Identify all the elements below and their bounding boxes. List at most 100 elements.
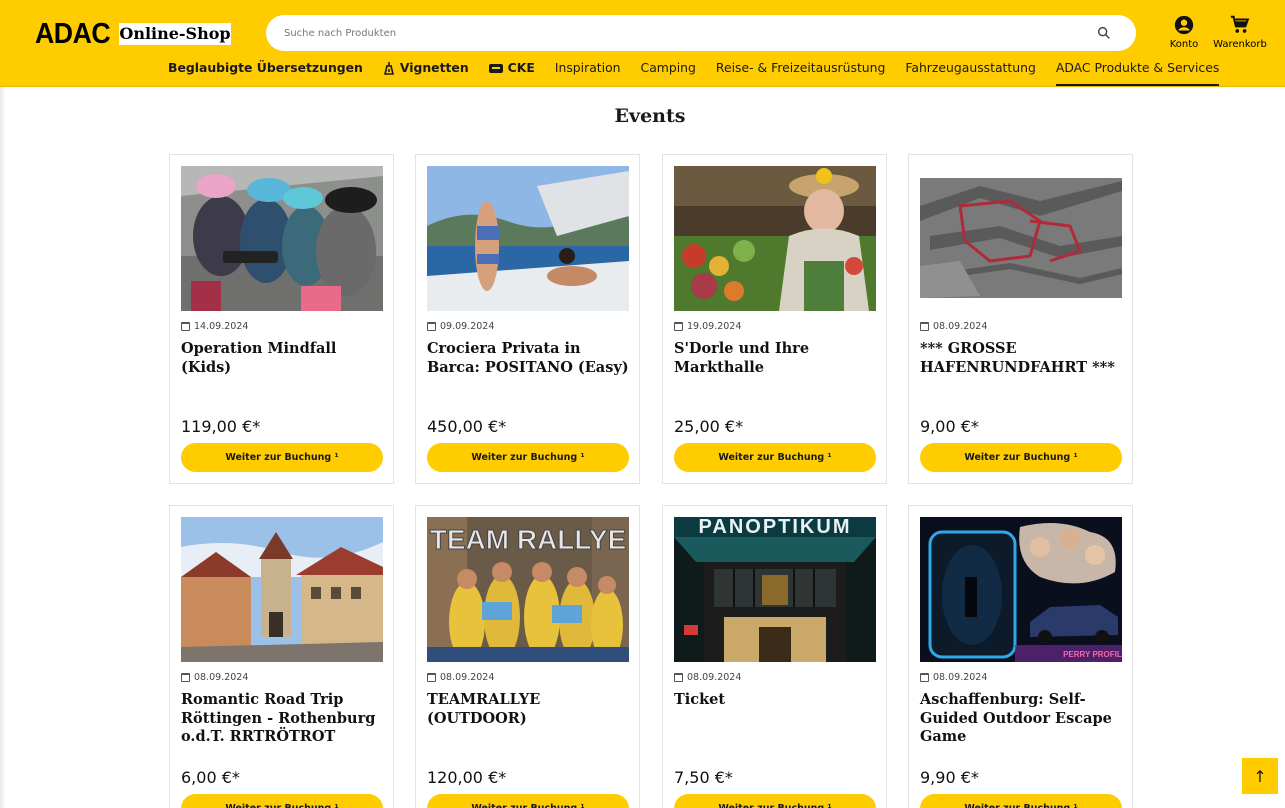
nav-item-adac-produkte-services[interactable]: ADAC Produkte & Services bbox=[1055, 58, 1220, 86]
calendar-icon bbox=[427, 673, 436, 682]
search-icon[interactable] bbox=[1096, 25, 1112, 41]
event-card: 19.09.2024 S'Dorle und Ihre Markthalle 2… bbox=[662, 154, 887, 484]
event-title[interactable]: Operation Mindfall (Kids) bbox=[181, 340, 386, 377]
event-image-market[interactable] bbox=[674, 166, 876, 311]
nav-item-label: Inspiration bbox=[554, 60, 621, 75]
event-date: 14.09.2024 bbox=[181, 321, 248, 332]
warenkorb-button[interactable]: Warenkorb bbox=[1212, 14, 1268, 50]
event-price: 120,00 €* bbox=[427, 768, 507, 787]
konto-button[interactable]: Konto bbox=[1156, 14, 1212, 50]
event-image-panoptikum[interactable]: PANOPTIKUM bbox=[674, 517, 876, 662]
book-button[interactable]: Weiter zur Buchung ¹ bbox=[674, 443, 876, 472]
event-card: 09.09.2024 Crociera Privata in Barca: PO… bbox=[415, 154, 640, 484]
nav-item-reise-freizeitausruestung[interactable]: Reise- & Freizeitausrüstung bbox=[716, 58, 885, 86]
arrow-up-icon: ↑ bbox=[1253, 766, 1267, 786]
book-button[interactable]: Weiter zur Buchung ¹ bbox=[920, 794, 1122, 808]
event-date: 08.09.2024 bbox=[181, 672, 248, 683]
event-title[interactable]: Romantic Road Trip Röttingen - Rothenbur… bbox=[181, 691, 386, 747]
nav-item-label: Camping bbox=[640, 60, 696, 75]
event-date-text: 08.09.2024 bbox=[440, 672, 495, 683]
event-date: 09.09.2024 bbox=[427, 321, 494, 332]
event-title[interactable]: Ticket bbox=[674, 691, 879, 710]
event-date-text: 08.09.2024 bbox=[933, 672, 988, 683]
nav-item-cke[interactable]: CKE bbox=[488, 58, 535, 86]
event-title[interactable]: S'Dorle und Ihre Markthalle bbox=[674, 340, 879, 377]
event-card: TEAM RALLYE 08.09.2024 TEAMRALLYE (OUTDO… bbox=[415, 505, 640, 808]
cke-icon bbox=[488, 64, 503, 73]
book-button[interactable]: Weiter zur Buchung ¹ bbox=[181, 443, 383, 472]
event-date-text: 08.09.2024 bbox=[687, 672, 742, 683]
calendar-icon bbox=[427, 322, 436, 331]
event-image-boat[interactable] bbox=[427, 166, 629, 311]
left-edge-shadow bbox=[0, 87, 6, 808]
perry-profiler-image-text: PERRY PROFILER bbox=[1063, 650, 1122, 659]
nav-item-fahrzeugausstattung[interactable]: Fahrzeugausstattung bbox=[905, 58, 1035, 86]
event-card: 08.09.2024 *** GROSSE HAFENRUNDFAHRT ***… bbox=[908, 154, 1133, 484]
event-date-text: 08.09.2024 bbox=[933, 321, 988, 332]
event-date: 08.09.2024 bbox=[920, 321, 987, 332]
event-date-text: 14.09.2024 bbox=[194, 321, 249, 332]
calendar-icon bbox=[674, 322, 683, 331]
book-button[interactable]: Weiter zur Buchung ¹ bbox=[181, 794, 383, 808]
adac-logo[interactable]: ADAC bbox=[35, 18, 111, 51]
warenkorb-label: Warenkorb bbox=[1213, 39, 1267, 50]
scroll-to-top-button[interactable]: ↑ bbox=[1242, 758, 1278, 794]
calendar-icon bbox=[920, 673, 929, 682]
event-card: PANOPTIKUM 08.09.2024 Ticket 7,50 €* Wei… bbox=[662, 505, 887, 808]
book-button[interactable]: Weiter zur Buchung ¹ bbox=[674, 794, 876, 808]
book-button[interactable]: Weiter zur Buchung ¹ bbox=[427, 443, 629, 472]
nav-item-label: ADAC Produkte & Services bbox=[1055, 60, 1220, 75]
calendar-icon bbox=[181, 673, 190, 682]
event-date: 19.09.2024 bbox=[674, 321, 741, 332]
event-title[interactable]: Crociera Privata in Barca: POSITANO (Eas… bbox=[427, 340, 632, 377]
event-card: 08.09.2024 Romantic Road Trip Röttingen … bbox=[169, 505, 394, 808]
nav-item-label: CKE bbox=[507, 60, 535, 75]
book-button[interactable]: Weiter zur Buchung ¹ bbox=[427, 794, 629, 808]
nav-item-inspiration[interactable]: Inspiration bbox=[555, 58, 621, 86]
event-price: 7,50 €* bbox=[674, 768, 733, 787]
calendar-icon bbox=[674, 673, 683, 682]
nav-item-beglaubigte-uebersetzungen[interactable]: Beglaubigte Übersetzungen bbox=[168, 58, 363, 86]
nav-item-label: Fahrzeugausstattung bbox=[905, 60, 1036, 75]
page-title: Events bbox=[614, 105, 686, 127]
konto-label: Konto bbox=[1169, 39, 1199, 50]
site-header: ADAC Online-Shop Konto Warenkorb Beglaub… bbox=[0, 0, 1285, 87]
event-title[interactable]: *** GROSSE HAFENRUNDFAHRT *** bbox=[920, 340, 1125, 377]
search-input[interactable] bbox=[284, 15, 1074, 51]
nav-item-vignetten[interactable]: Vignetten bbox=[383, 58, 469, 86]
event-date-text: 09.09.2024 bbox=[440, 321, 495, 332]
event-date: 08.09.2024 bbox=[674, 672, 741, 683]
account-icon bbox=[1174, 15, 1194, 35]
nav-item-label: Reise- & Freizeitausrüstung bbox=[715, 60, 886, 75]
nav-item-camping[interactable]: Camping bbox=[641, 58, 696, 86]
event-image-team-rallye[interactable]: TEAM RALLYE bbox=[427, 517, 629, 662]
event-date: 08.09.2024 bbox=[427, 672, 494, 683]
event-title[interactable]: TEAMRALLYE (OUTDOOR) bbox=[427, 691, 632, 728]
calendar-icon bbox=[181, 322, 190, 331]
event-image-escape-game[interactable]: PERRY PROFILER bbox=[920, 517, 1122, 662]
vignette-icon bbox=[383, 62, 394, 75]
event-price: 450,00 €* bbox=[427, 417, 507, 436]
main-navigation: Beglaubigte Übersetzungen Vignetten CKE … bbox=[168, 58, 1220, 86]
event-price: 25,00 €* bbox=[674, 417, 744, 436]
event-price: 9,00 €* bbox=[920, 417, 979, 436]
cart-icon bbox=[1230, 15, 1250, 33]
event-card: 14.09.2024 Operation Mindfall (Kids) 119… bbox=[169, 154, 394, 484]
online-shop-badge[interactable]: Online-Shop bbox=[119, 23, 231, 45]
nav-item-label: Vignetten bbox=[399, 60, 469, 75]
event-date-text: 08.09.2024 bbox=[194, 672, 249, 683]
event-card: PERRY PROFILER 08.09.2024 Aschaffenburg:… bbox=[908, 505, 1133, 808]
event-image-kids[interactable] bbox=[181, 166, 383, 311]
event-image-rothenburg[interactable] bbox=[181, 517, 383, 662]
event-date: 08.09.2024 bbox=[920, 672, 987, 683]
event-title[interactable]: Aschaffenburg: Self-Guided Outdoor Escap… bbox=[920, 691, 1125, 747]
event-date-text: 19.09.2024 bbox=[687, 321, 742, 332]
event-price: 6,00 €* bbox=[181, 768, 240, 787]
panoptikum-image-text: PANOPTIKUM bbox=[699, 517, 852, 538]
event-price: 9,90 €* bbox=[920, 768, 979, 787]
search-bar bbox=[266, 15, 1136, 51]
book-button[interactable]: Weiter zur Buchung ¹ bbox=[920, 443, 1122, 472]
calendar-icon bbox=[920, 322, 929, 331]
nav-item-label: Beglaubigte Übersetzungen bbox=[168, 60, 363, 75]
event-image-harbor-map[interactable] bbox=[920, 166, 1122, 311]
